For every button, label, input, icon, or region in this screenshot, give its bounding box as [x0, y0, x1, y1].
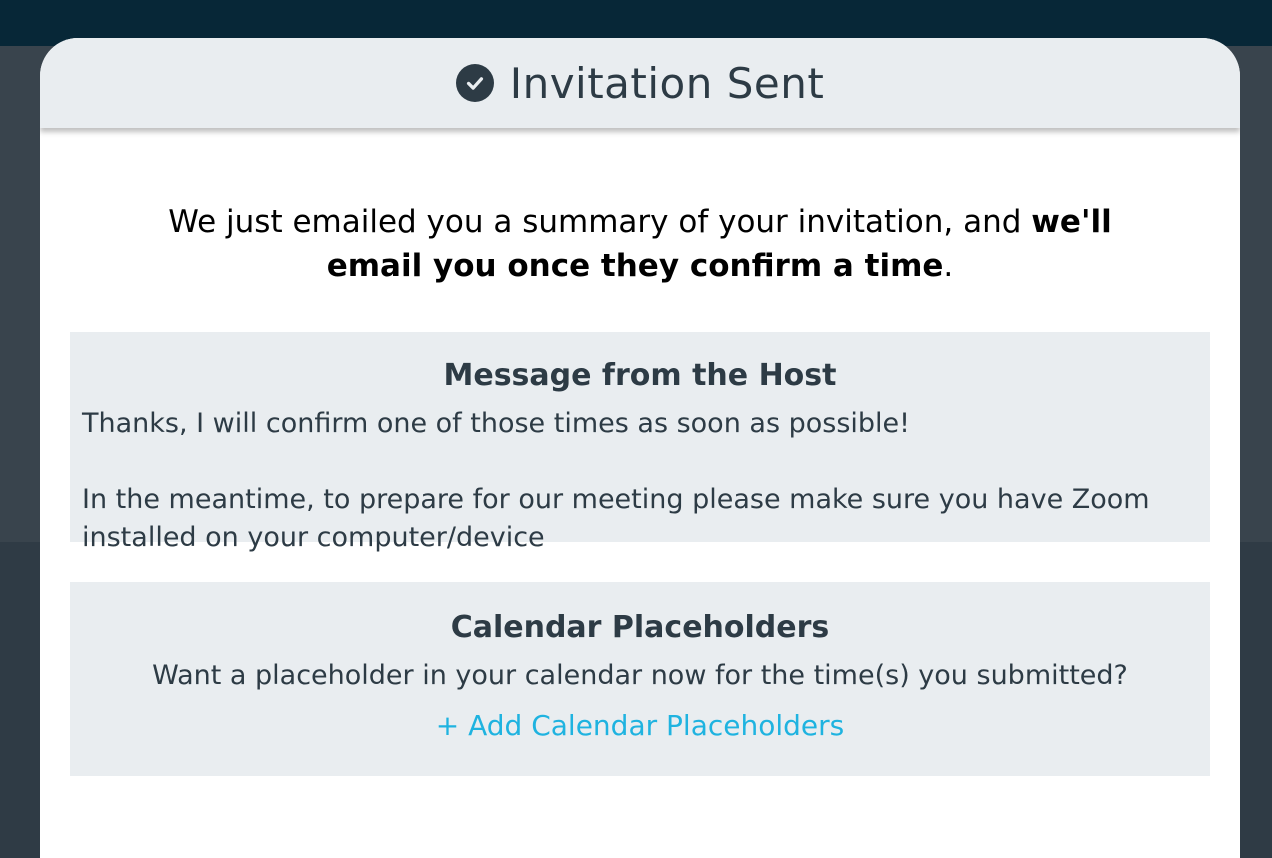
host-message-body: Thanks, I will confirm one of those time…	[82, 405, 1198, 557]
summary-text: We just emailed you a summary of your in…	[168, 204, 1032, 240]
modal-header: Invitation Sent	[40, 38, 1240, 128]
summary-period: .	[943, 248, 954, 284]
host-message-panel: Message from the Host Thanks, I will con…	[70, 332, 1210, 553]
calendar-placeholders-panel: Calendar Placeholders Want a placeholder…	[70, 582, 1210, 776]
modal-title: Invitation Sent	[509, 58, 825, 108]
calendar-placeholders-heading: Calendar Placeholders	[450, 610, 830, 645]
add-calendar-placeholders-link[interactable]: + Add Calendar Placeholders	[436, 709, 844, 742]
host-message-line: In the meantime, to prepare for our meet…	[82, 484, 1150, 553]
invitation-sent-modal: Invitation Sent We just emailed you a su…	[40, 38, 1240, 858]
host-message-line: Thanks, I will confirm one of those time…	[82, 408, 910, 439]
confirmation-summary: We just emailed you a summary of your in…	[140, 200, 1140, 288]
host-message-heading: Message from the Host	[443, 358, 837, 393]
check-circle-icon	[455, 64, 494, 102]
calendar-placeholders-description: Want a placeholder in your calendar now …	[152, 660, 1128, 691]
